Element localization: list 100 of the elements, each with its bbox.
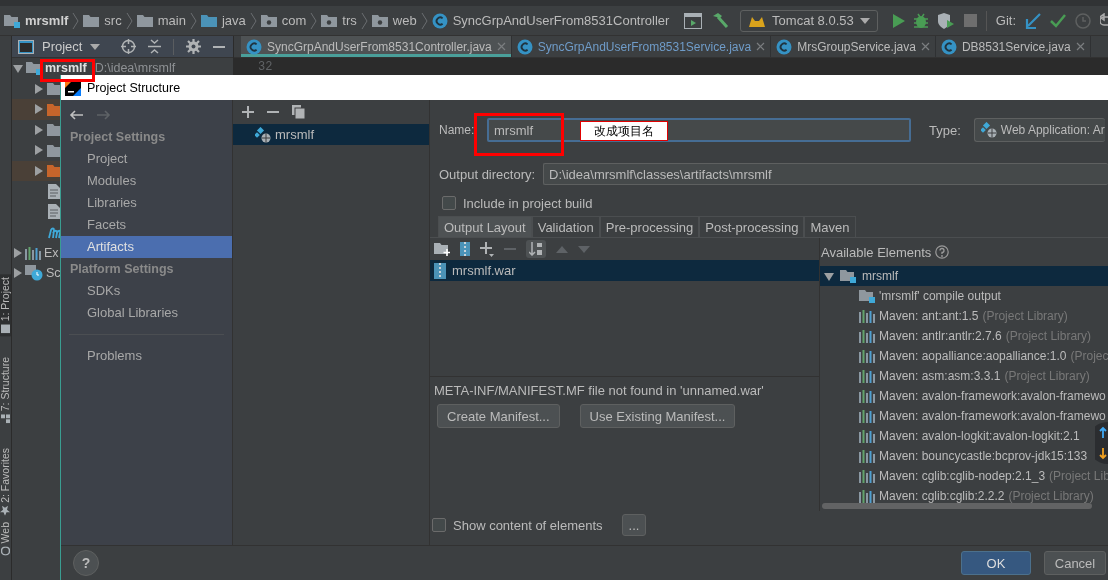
expand-arrow-icon[interactable] bbox=[13, 247, 22, 258]
tab[interactable]: Maven bbox=[804, 216, 856, 237]
locate-crosshair-icon[interactable] bbox=[121, 39, 136, 54]
expand-arrow-icon[interactable] bbox=[13, 268, 22, 279]
source-folder-icon bbox=[200, 14, 217, 27]
library-icon bbox=[859, 449, 875, 463]
project-view-dropdown[interactable]: Project bbox=[42, 39, 101, 54]
undo-icon[interactable] bbox=[1100, 12, 1108, 29]
update-arrow-icon[interactable] bbox=[1025, 12, 1041, 29]
breadcrumb-item[interactable]: web bbox=[392, 13, 417, 28]
tab[interactable]: Validation bbox=[531, 216, 600, 237]
tree-row[interactable]: mrsmlf bbox=[820, 266, 1108, 286]
shield-run-icon[interactable] bbox=[936, 12, 955, 29]
expand-arrow-icon[interactable] bbox=[34, 165, 43, 176]
debug-bug-icon[interactable] bbox=[913, 12, 928, 29]
tree-item-path: D:\idea\mrsmlf bbox=[94, 61, 176, 76]
breadcrumb-item[interactable]: trs bbox=[342, 13, 357, 28]
type-dropdown[interactable]: Web Application: Ar bbox=[973, 118, 1105, 142]
horizontal-scrollbar[interactable] bbox=[822, 503, 1092, 509]
library-icon bbox=[859, 309, 875, 323]
nav-item[interactable]: Modules bbox=[61, 170, 232, 192]
editor-tab[interactable]: SyncGrpAndUserFrom8531Service.java bbox=[511, 36, 772, 57]
chevron-icon bbox=[310, 11, 318, 30]
nav-item[interactable]: Facets bbox=[61, 214, 232, 236]
run-window-icon[interactable] bbox=[684, 12, 703, 29]
expand-arrow-icon[interactable] bbox=[34, 145, 43, 156]
breadcrumb-item[interactable]: java bbox=[221, 13, 246, 28]
class-icon bbox=[431, 12, 448, 29]
copy-icon[interactable] bbox=[292, 105, 305, 119]
editor-tab[interactable]: DB8531Service.java bbox=[935, 36, 1091, 57]
breadcrumb-item[interactable]: mrsmlf bbox=[25, 13, 69, 28]
artifact-label: mrsmlf bbox=[275, 127, 314, 142]
tool-window-icon bbox=[18, 39, 34, 54]
tree-item-label: Maven: ant:ant:1.5 bbox=[879, 309, 979, 323]
cancel-button[interactable]: Cancel bbox=[1044, 551, 1106, 575]
tab[interactable]: Post-processing bbox=[699, 216, 805, 237]
artifact-row[interactable]: mrsmlf bbox=[233, 124, 429, 145]
folder-add-icon[interactable] bbox=[434, 242, 450, 256]
run-icon[interactable] bbox=[892, 13, 905, 28]
nav-item[interactable]: SDKs bbox=[61, 280, 232, 302]
expand-arrow-icon[interactable] bbox=[34, 83, 43, 94]
output-directory-field[interactable]: D:\idea\mrsmlf\classes\artifacts\mrsmlf bbox=[543, 163, 1108, 185]
more-button[interactable]: ... bbox=[621, 514, 647, 536]
nav-item[interactable]: Global Libraries bbox=[61, 302, 232, 324]
checkbox[interactable] bbox=[432, 518, 446, 532]
tree-item-label: mrsmlf bbox=[862, 269, 898, 283]
stop-icon[interactable] bbox=[963, 14, 977, 27]
tree-item-label: Maven: antlr:antlr:2.7.6 bbox=[879, 329, 1002, 343]
library-icon bbox=[859, 469, 875, 483]
nav-item[interactable]: Problems bbox=[61, 345, 232, 367]
collapse-arrow-icon[interactable] bbox=[824, 271, 834, 281]
sort-az-icon[interactable] bbox=[529, 242, 543, 256]
minimize-icon[interactable] bbox=[213, 44, 225, 49]
run-configuration-dropdown[interactable]: Tomcat 8.0.53 bbox=[740, 9, 878, 32]
close-icon[interactable] bbox=[756, 42, 766, 51]
layout-row[interactable]: mrsmlf.war bbox=[430, 260, 819, 281]
nav-item[interactable]: Libraries bbox=[61, 192, 232, 214]
section-heading: Platform Settings bbox=[69, 261, 175, 278]
archive-icon[interactable] bbox=[460, 242, 470, 256]
breadcrumb-item[interactable]: SyncGrpAndUserFrom8531Controller bbox=[452, 13, 670, 28]
editor-tab[interactable]: MrsGroupService.java bbox=[771, 36, 936, 57]
tab[interactable]: Pre-processing bbox=[599, 216, 700, 237]
checkbox-label: Include in project build bbox=[463, 195, 593, 211]
editor-tab[interactable]: SyncGrpAndUserFrom8531Controller.java bbox=[241, 36, 512, 57]
close-icon[interactable] bbox=[920, 42, 930, 51]
chevron-icon bbox=[360, 11, 368, 30]
tree-item-label: Ex bbox=[44, 245, 59, 260]
nav-item[interactable]: Project bbox=[61, 148, 232, 170]
expand-arrow-icon[interactable] bbox=[34, 124, 43, 135]
structure-icon bbox=[1, 414, 10, 424]
close-icon[interactable] bbox=[1075, 42, 1085, 51]
breadcrumb-item[interactable]: com bbox=[281, 13, 307, 28]
module-folder-icon bbox=[859, 289, 875, 303]
expand-arrow-icon[interactable] bbox=[34, 104, 43, 115]
commit-check-icon[interactable] bbox=[1050, 13, 1066, 28]
tree-item-label: Maven: aopalliance:aopalliance:1.0 bbox=[879, 349, 1067, 363]
add-icon[interactable] bbox=[242, 106, 254, 118]
module-folder-icon bbox=[840, 269, 856, 283]
library-icon bbox=[859, 489, 875, 503]
settings-gear-icon[interactable] bbox=[186, 39, 201, 54]
library-icon bbox=[859, 369, 875, 383]
manifest-button[interactable]: Create Manifest... bbox=[437, 404, 560, 428]
collapse-arrow-icon[interactable] bbox=[13, 63, 23, 73]
collapse-all-icon[interactable] bbox=[148, 39, 161, 54]
nav-item[interactable]: Artifacts bbox=[61, 236, 232, 258]
help-button[interactable]: ? bbox=[73, 550, 99, 576]
star-icon bbox=[0, 505, 11, 516]
file-icon bbox=[48, 204, 60, 220]
web-artifact-icon bbox=[980, 122, 997, 138]
breadcrumb-item[interactable]: src bbox=[104, 13, 122, 28]
tab[interactable]: Output Layout bbox=[438, 216, 532, 237]
breadcrumb-item[interactable]: main bbox=[157, 13, 186, 28]
window-title: Project Structure bbox=[87, 80, 181, 95]
checkbox[interactable] bbox=[442, 196, 456, 210]
hammer-icon[interactable] bbox=[711, 12, 730, 29]
manifest-button[interactable]: Use Existing Manifest... bbox=[579, 404, 736, 428]
ok-button[interactable]: OK bbox=[961, 551, 1031, 575]
help-icon[interactable] bbox=[935, 245, 950, 259]
back-arrow-icon[interactable] bbox=[69, 110, 83, 120]
add-dropdown-icon[interactable] bbox=[480, 241, 494, 257]
